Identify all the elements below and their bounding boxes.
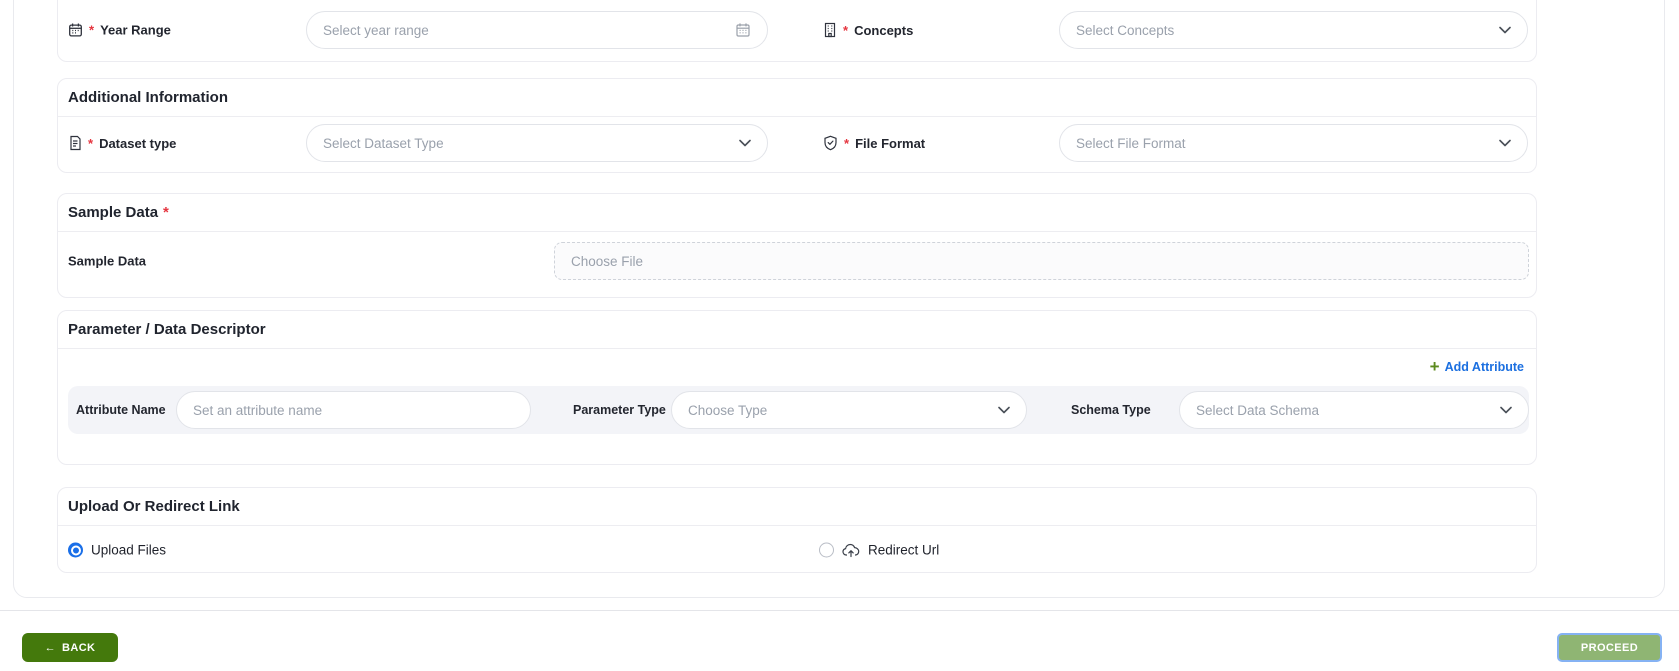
attribute-row: Attribute Name Parameter Type Choose Typ… (68, 386, 1529, 434)
arrow-left-icon: ← (44, 641, 56, 654)
back-button[interactable]: ← BACK (22, 633, 118, 662)
year-range-input[interactable] (306, 11, 768, 49)
year-range-label: * Year Range (68, 23, 171, 38)
chevron-down-icon (1499, 26, 1511, 34)
file-format-select[interactable]: Select File Format (1059, 124, 1528, 162)
radio-selected-icon[interactable] (68, 542, 83, 558)
sample-data-title: Sample Data * (58, 194, 1536, 232)
section-parameter-descriptor: Parameter / Data Descriptor + Add Attrib… (57, 310, 1537, 465)
concepts-label: * Concepts (823, 22, 913, 38)
attribute-name-label: Attribute Name (76, 403, 166, 417)
schema-type-label: Schema Type (1071, 403, 1151, 417)
document-icon (68, 135, 82, 151)
upload-files-radio[interactable]: Upload Files (68, 542, 166, 558)
concepts-select[interactable]: Select Concepts (1059, 11, 1528, 49)
parameter-type-label: Parameter Type (573, 403, 666, 417)
chevron-down-icon (1500, 406, 1512, 414)
redirect-url-radio[interactable]: Redirect Url (819, 542, 939, 558)
section-additional-information: Additional Information * Dataset type Se… (57, 78, 1537, 173)
radio-unselected-icon[interactable] (819, 542, 834, 558)
dataset-type-select[interactable]: Select Dataset Type (306, 124, 768, 162)
upload-or-redirect-title: Upload Or Redirect Link (58, 488, 1536, 526)
parameter-type-select[interactable]: Choose Type (671, 391, 1027, 429)
section-basic-info: * Year Range Select year range * Concept… (57, 0, 1537, 62)
building-icon (823, 22, 837, 38)
parameter-descriptor-title: Parameter / Data Descriptor (58, 311, 1536, 349)
chevron-down-icon (998, 406, 1010, 414)
cloud-upload-icon (842, 543, 860, 558)
sample-data-file-input[interactable]: Choose File (554, 242, 1529, 280)
page: * Year Range Select year range * Concept… (0, 0, 1679, 671)
dataset-type-label: * Dataset type (68, 135, 176, 151)
add-attribute-button[interactable]: + Add Attribute (1430, 358, 1524, 375)
chevron-down-icon (1499, 139, 1511, 147)
sample-data-label: Sample Data (68, 253, 147, 269)
attribute-name-input[interactable] (176, 391, 531, 429)
section-sample-data: Sample Data * Sample Data Choose File (57, 193, 1537, 298)
year-range-text-input[interactable] (323, 22, 727, 38)
plus-icon: + (1429, 357, 1440, 376)
additional-information-title: Additional Information (58, 79, 1536, 117)
schema-type-select[interactable]: Select Data Schema (1179, 391, 1529, 429)
chevron-down-icon (739, 139, 751, 147)
file-format-label: * File Format (823, 135, 925, 151)
footer-divider (0, 610, 1679, 611)
shield-check-icon (823, 135, 838, 151)
calendar-icon (68, 23, 83, 38)
attribute-name-text-input[interactable] (193, 402, 514, 418)
calendar-picker-icon[interactable] (735, 22, 751, 38)
proceed-button[interactable]: PROCEED (1557, 633, 1662, 662)
section-upload-or-redirect: Upload Or Redirect Link Upload Files Red… (57, 487, 1537, 573)
